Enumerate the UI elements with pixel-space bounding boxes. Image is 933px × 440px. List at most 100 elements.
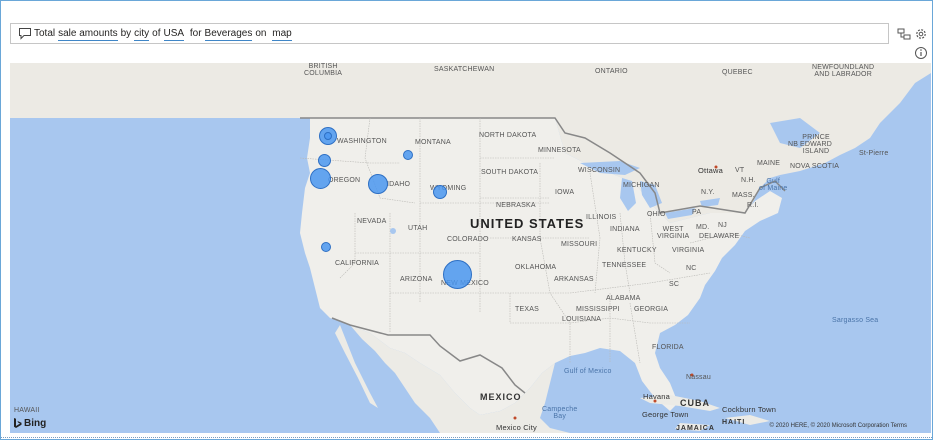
label-kentucky: KENTUCKY xyxy=(617,247,657,254)
qa-term-city: city xyxy=(134,28,150,41)
label-nj: NJ xyxy=(718,222,727,229)
label-virginia: VIRGINIA xyxy=(672,247,705,254)
label-nevada: NEVADA xyxy=(357,218,387,225)
qa-word: for xyxy=(189,28,202,39)
label-idaho: IDAHO xyxy=(387,181,411,188)
label-florida: FLORIDA xyxy=(652,344,684,351)
label-cuba: CUBA xyxy=(680,398,710,408)
label-united-states: UNITED STATES xyxy=(470,216,585,231)
label-texas: TEXAS xyxy=(515,306,539,313)
label-utah: UTAH xyxy=(408,225,428,232)
label-nebraska: NEBRASKA xyxy=(496,202,536,209)
map-copyright: © 2020 HERE, © 2020 Microsoft Corporatio… xyxy=(769,423,907,429)
label-quebec: QUEBEC xyxy=(722,69,753,76)
label-minnesota: MINNESOTA xyxy=(538,147,581,154)
label-tennessee: TENNESSEE xyxy=(602,262,647,269)
label-pa: PA xyxy=(692,209,702,216)
bing-logo: Bing xyxy=(13,418,46,429)
label-mass: MASS. xyxy=(732,192,755,199)
label-st-pierre: St-Pierre xyxy=(859,150,889,157)
label-arkansas: ARKANSAS xyxy=(554,276,594,283)
label-cockburn-town: Cockburn Town xyxy=(722,405,777,414)
bottom-border xyxy=(1,437,933,438)
bubble-san-francisco[interactable] xyxy=(321,242,331,252)
label-prince-edward-island: PRINCE EDWARD ISLAND xyxy=(800,134,833,155)
bubble-boise[interactable] xyxy=(368,174,388,194)
label-mexico-city: Mexico City xyxy=(496,423,537,432)
info-icon[interactable] xyxy=(914,46,928,60)
label-kansas: KANSAS xyxy=(512,236,542,243)
label-illinois: ILLINOIS xyxy=(586,214,617,221)
label-alabama: ALABAMA xyxy=(606,295,641,302)
label-md: MD. xyxy=(696,224,710,231)
bubble-billings[interactable] xyxy=(403,150,413,160)
label-north-dakota: NORTH DAKOTA xyxy=(479,132,537,139)
label-nh: N.H. xyxy=(741,177,756,184)
label-vt: VT xyxy=(735,167,745,174)
label-gulf-of-maine: Gulf of Maine xyxy=(759,178,788,192)
label-georgia: GEORGIA xyxy=(634,306,669,313)
label-washington: WASHINGTON xyxy=(337,138,387,145)
label-west-virginia: WEST VIRGINIA xyxy=(657,226,690,240)
label-sargasso-sea: Sargasso Sea xyxy=(832,317,879,324)
qa-question-input[interactable]: Total sale amounts by city of USA for Beverage… xyxy=(10,23,889,44)
label-sc: SC xyxy=(669,281,680,288)
label-colorado: COLORADO xyxy=(447,236,489,243)
bubble-portland[interactable] xyxy=(318,154,331,167)
convert-visual-icon[interactable] xyxy=(897,27,911,41)
label-jamaica: JAMAICA xyxy=(676,425,715,432)
qa-term-measure: sale amounts xyxy=(58,28,118,41)
label-mexico: MEXICO xyxy=(480,392,522,402)
qa-term-country: USA xyxy=(163,28,185,41)
qa-word: of xyxy=(152,28,161,39)
label-missouri: MISSOURI xyxy=(561,241,598,248)
label-nova-scotia: NOVA SCOTIA xyxy=(790,163,840,170)
label-iowa: IOWA xyxy=(555,189,575,196)
label-arizona: ARIZONA xyxy=(400,276,433,283)
label-indiana: INDIANA xyxy=(610,226,640,233)
bubble-albuquerque[interactable] xyxy=(443,260,472,289)
qa-term-category: Beverages xyxy=(204,28,253,41)
bing-icon xyxy=(14,418,22,428)
label-montana: MONTANA xyxy=(415,139,451,146)
bubble-eugene[interactable] xyxy=(310,168,331,189)
label-haiti: HAITI xyxy=(722,419,746,426)
label-delaware: DELAWARE xyxy=(699,233,740,240)
bing-label: Bing xyxy=(24,418,47,429)
qa-question-text: Total sale amounts by city of USA for Beverage… xyxy=(34,28,295,41)
map-visual[interactable]: BRITISH COLUMBIA SASKATCHEWAN ONTARIO QU… xyxy=(10,63,931,433)
label-oklahoma: OKLAHOMA xyxy=(515,264,557,271)
settings-gear-icon[interactable] xyxy=(914,27,928,41)
label-california: CALIFORNIA xyxy=(335,260,380,267)
label-campeche-bay: Campeche Bay xyxy=(542,406,578,420)
label-louisiana: LOUISIANA xyxy=(562,316,602,323)
label-hawaii: HAWAII xyxy=(14,407,40,414)
qa-word: on xyxy=(255,28,267,39)
label-saskatchewan: SASKATCHEWAN xyxy=(434,66,495,73)
label-havana: Havana xyxy=(643,392,671,401)
bubble-tacoma[interactable] xyxy=(324,132,332,140)
label-nassau: Nassau xyxy=(686,374,711,381)
label-newfoundland: NEWFOUNDLAND AND LABRADOR xyxy=(812,64,875,78)
qa-word: by xyxy=(120,28,132,39)
speech-bubble-icon xyxy=(19,28,31,40)
qa-term-visual: map xyxy=(272,28,292,41)
label-nc: NC xyxy=(686,265,697,272)
basemap xyxy=(10,63,931,433)
qa-word: Total xyxy=(34,28,56,39)
bubble-casper[interactable] xyxy=(433,185,447,199)
label-michigan: MICHIGAN xyxy=(623,182,660,189)
label-ohio: OHIO xyxy=(647,211,666,218)
qa-visual-container: Total sale amounts by city of USA for Beverage… xyxy=(0,0,933,440)
label-gulf-of-mexico: Gulf of Mexico xyxy=(564,368,612,375)
label-nb: NB xyxy=(788,141,799,148)
label-mississippi: MISSISSIPPI xyxy=(576,306,620,313)
label-oregon: OREGON xyxy=(328,177,361,184)
label-wisconsin: WISCONSIN xyxy=(578,167,621,174)
label-south-dakota: SOUTH DAKOTA xyxy=(481,169,539,176)
label-ottawa: Ottawa xyxy=(698,166,723,175)
label-ny: N.Y. xyxy=(701,189,715,196)
label-british-columbia: BRITISH COLUMBIA xyxy=(304,63,343,77)
label-ontario: ONTARIO xyxy=(595,68,628,75)
label-ri: R.I. xyxy=(747,202,759,209)
